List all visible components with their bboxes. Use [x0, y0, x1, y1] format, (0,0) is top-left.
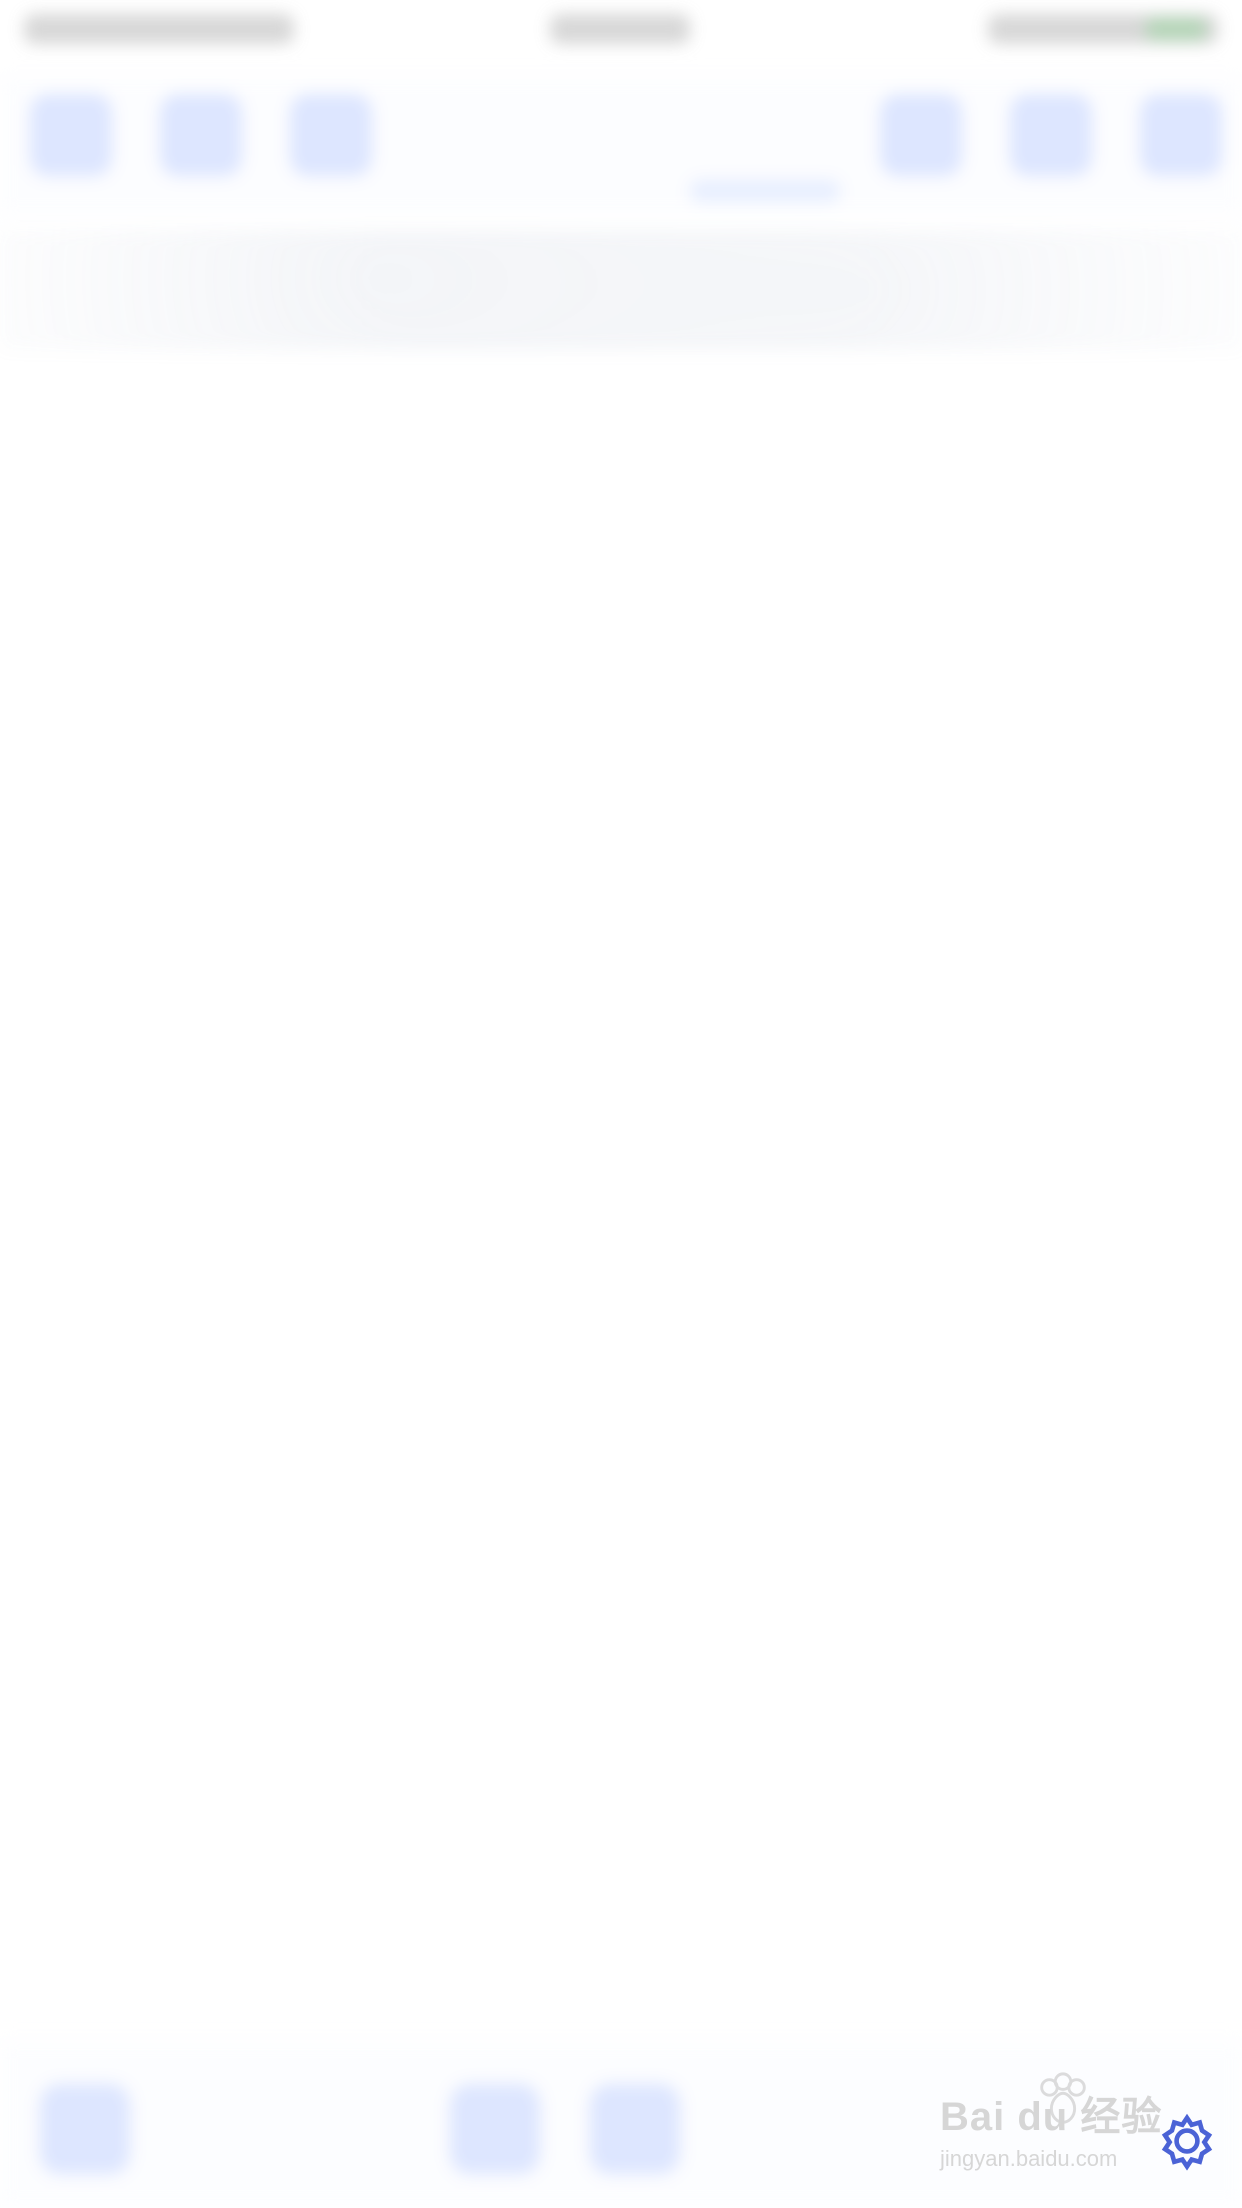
toolbar-button [30, 94, 112, 176]
bottom-toolbar-button [450, 2084, 540, 2174]
toolbar-button [160, 94, 242, 176]
status-time-blur [550, 14, 690, 44]
battery-indicator-blur [1146, 18, 1206, 40]
gear-icon [1161, 2113, 1213, 2171]
baidu-jingyan-watermark: Bai du 经验 jingyan.baidu.com [940, 2070, 1230, 2200]
status-carrier-blur [24, 14, 294, 44]
toolbar-button [1140, 94, 1222, 176]
content-divider [0, 230, 1242, 350]
bottom-toolbar-button [40, 2084, 130, 2174]
status-bar [0, 0, 1242, 64]
top-toolbar [0, 76, 1242, 216]
watermark-brand: Bai du 经验 [940, 2095, 1163, 2139]
watermark-domain: jingyan.baidu.com [940, 2146, 1118, 2171]
toolbar-label [690, 180, 840, 202]
toolbar-button [290, 94, 372, 176]
toolbar-button [880, 94, 962, 176]
bottom-toolbar-button [590, 2084, 680, 2174]
blurred-background-ui [0, 0, 1242, 2208]
toolbar-button [1010, 94, 1092, 176]
